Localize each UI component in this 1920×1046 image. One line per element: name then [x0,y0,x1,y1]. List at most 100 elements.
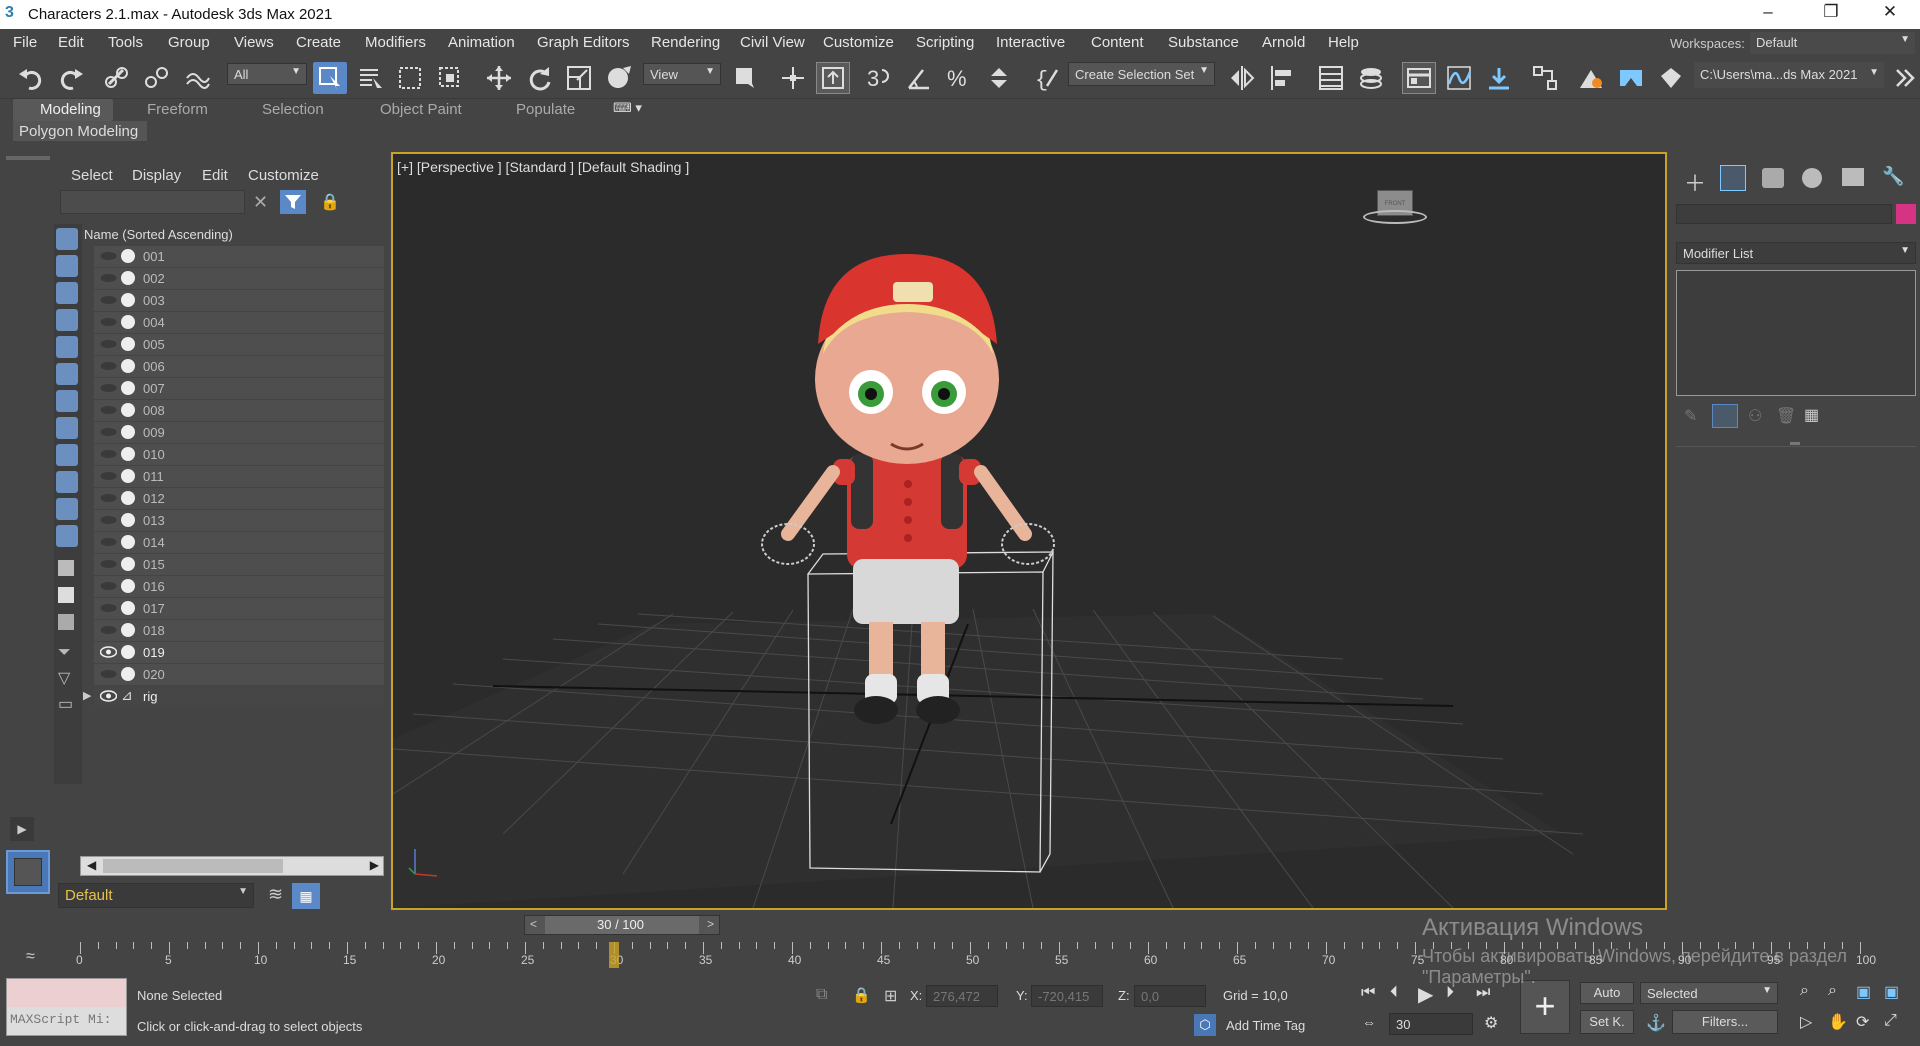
remove-modifier-icon[interactable]: 🗑 [1776,406,1796,426]
motion-tab-icon[interactable] [1802,168,1822,188]
modifier-list-dropdown[interactable]: Modifier List ▼ [1676,242,1916,264]
maximize-viewport-icon[interactable]: ⤢ [1884,1012,1897,1030]
add-time-tag-label[interactable]: Add Time Tag [1226,1018,1305,1033]
window-crossing-icon[interactable] [433,62,467,94]
explorer-search-input[interactable] [60,190,245,214]
minimize-button[interactable]: – [1748,2,1788,26]
visibility-icon[interactable] [100,667,117,681]
explorer-menu-select[interactable]: Select [71,167,113,184]
named-selection-set-dropdown[interactable]: Create Selection Set ▼ [1068,62,1215,86]
lock-icon[interactable]: 🔒 [320,192,340,212]
create-tab-icon[interactable]: ＋ [1684,166,1706,198]
visibility-icon[interactable] [99,689,118,703]
curve-editor-icon[interactable] [1442,62,1476,94]
toolbar-overflow-icon[interactable] [1888,62,1920,94]
visibility-icon[interactable] [100,601,117,615]
folder-icon[interactable]: ▭ [58,694,73,714]
make-unique-icon[interactable]: ⚇ [1748,406,1762,426]
list-item[interactable]: 019 [94,642,384,663]
set-key-button[interactable]: Set K. [1580,1010,1634,1034]
list-item[interactable]: 012 [94,488,384,509]
visibility-icon[interactable] [100,491,117,505]
pan-icon[interactable]: ✋ [1828,1012,1848,1032]
redo-icon[interactable] [54,62,88,94]
filter-invert-icon[interactable] [58,614,74,630]
filter-helpers-icon[interactable] [56,336,78,358]
menu-graph-editors[interactable]: Graph Editors [537,34,630,51]
snaps-toggle-icon[interactable]: 3 [862,62,896,94]
project-path-dropdown[interactable]: C:\Users\ma...ds Max 2021 ▼ [1694,62,1884,88]
perspective-viewport[interactable]: [+] [Perspective ] [Standard ] [Default … [391,152,1667,910]
list-item[interactable]: 011 [94,466,384,487]
selection-lock-icon[interactable]: 🔒 [852,986,871,1004]
key-mode-toggle-icon[interactable]: ⇔ [1362,1014,1376,1030]
pin-stack-icon[interactable]: ✎ [1684,406,1697,426]
menu-create[interactable]: Create [296,34,341,51]
visibility-icon[interactable] [100,337,117,351]
time-cursor[interactable] [609,942,619,968]
list-item[interactable]: 017 [94,598,384,619]
ribbon-options-icon[interactable]: ⌨ ▾ [613,100,642,116]
menu-animation[interactable]: Animation [448,34,515,51]
filter-funnel-icon[interactable]: ⏷ [58,644,71,662]
current-frame-field[interactable]: 30 [1389,1013,1473,1035]
hierarchy-tab-icon[interactable] [1762,168,1784,188]
list-item[interactable]: 004 [94,312,384,333]
key-filters-button[interactable]: Filters... [1672,1010,1778,1034]
filter-toggle-icon[interactable] [280,190,306,214]
visibility-icon[interactable] [100,381,117,395]
rendered-frame-window-icon[interactable] [1614,62,1648,94]
set-key-icon[interactable]: + [1520,980,1570,1034]
explorer-menu-edit[interactable]: Edit [202,167,228,184]
filter-xrefs-icon[interactable] [56,417,78,439]
list-item[interactable]: 003 [94,290,384,311]
selection-filter-dropdown[interactable]: All ▼ [227,63,307,85]
visibility-icon[interactable] [100,271,117,285]
menu-substance[interactable]: Substance [1168,34,1239,51]
layer-manager-icon[interactable]: ▦ [292,883,320,909]
time-slider-label[interactable]: 30 / 100 [597,917,644,932]
menu-file[interactable]: File [13,34,37,51]
render-production-icon[interactable] [1654,62,1688,94]
filter-groups-icon[interactable] [56,390,78,412]
menu-modifiers[interactable]: Modifiers [365,34,426,51]
expand-icon[interactable]: ▶ [83,689,91,702]
list-item[interactable]: 001 [94,246,384,267]
previous-frame-icon[interactable]: ⏴ [1390,984,1398,1002]
visibility-icon[interactable] [100,293,117,307]
view-cube[interactable]: FRONT [1363,182,1433,224]
explorer-hscrollbar[interactable]: ◀ ▶ [80,856,384,876]
filter-shapes-icon[interactable] [56,255,78,277]
time-configuration-icon[interactable]: ⚙ [1484,1013,1498,1033]
menu-edit[interactable]: Edit [58,34,84,51]
layer-dropdown[interactable]: Default ▼ [58,883,254,908]
object-name-input[interactable] [1676,204,1892,224]
bind-spacewarp-icon[interactable] [180,62,214,94]
y-coordinate-field[interactable]: -720,415 [1031,985,1103,1007]
visibility-icon[interactable] [100,513,117,527]
menu-scripting[interactable]: Scripting [916,34,974,51]
clear-search-icon[interactable]: ✕ [253,192,268,213]
zoom-extents-all-icon[interactable]: ▣ [1884,982,1899,1002]
list-item[interactable]: 014 [94,532,384,553]
rect-selection-icon[interactable] [393,62,427,94]
display-tab-icon[interactable] [1842,168,1864,186]
restore-button[interactable]: ❐ [1811,2,1851,26]
schematic-view-icon[interactable] [1528,62,1562,94]
filter-spacewarps-icon[interactable] [56,363,78,385]
add-time-tag-icon[interactable]: ⬡ [1194,1014,1216,1036]
column-header[interactable]: Name (Sorted Ascending) [84,227,233,242]
expand-panel-icon[interactable]: ▶ [10,817,34,841]
list-item[interactable]: 020 [94,664,384,685]
menu-content[interactable]: Content [1091,34,1144,51]
visibility-icon[interactable] [100,557,117,571]
go-to-start-icon[interactable]: ⏮ [1361,984,1375,1002]
list-item[interactable]: 002 [94,268,384,289]
maxscript-listener[interactable]: MAXScript Mi: [6,978,127,1036]
place-icon[interactable] [602,62,636,94]
select-object-icon[interactable] [313,62,347,94]
ribbon-toggle-icon[interactable] [1402,62,1436,94]
workspace-dropdown[interactable]: Default ▼ [1750,32,1915,54]
list-item[interactable]: 016 [94,576,384,597]
filter-bones-icon[interactable] [56,444,78,466]
